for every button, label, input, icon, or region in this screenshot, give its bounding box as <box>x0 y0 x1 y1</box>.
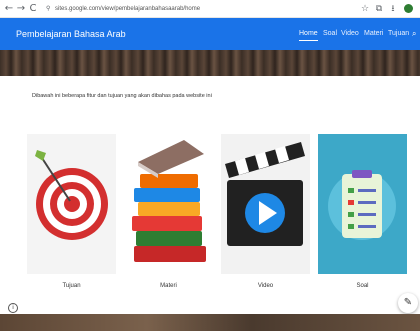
hero-banner <box>0 50 420 76</box>
site-title[interactable]: Pembelajaran Bahasa Arab <box>16 18 126 50</box>
info-icon[interactable]: i <box>8 303 18 313</box>
card-soal[interactable] <box>318 134 407 274</box>
back-button[interactable]: ← <box>4 3 14 15</box>
site-info-icon[interactable]: ⚲ <box>46 3 52 15</box>
card-label-video[interactable]: Video <box>221 283 310 289</box>
card-label-materi[interactable]: Materi <box>124 283 213 289</box>
nav-materi[interactable]: Materi <box>364 18 383 50</box>
browser-toolbar: ← → C ⚲ sites.google.com/view/pembelajara… <box>0 0 420 18</box>
nav-tujuan[interactable]: Tujuan <box>388 18 409 50</box>
target-icon <box>27 134 116 274</box>
footer-banner <box>0 314 420 331</box>
bookmark-star-icon[interactable]: ☆ <box>360 3 370 15</box>
url-text: sites.google.com/view/pembelajaranbahasa… <box>55 6 201 12</box>
download-icon[interactable]: ⭳ <box>388 3 398 15</box>
intro-text: Dibawah ini beberapa fitur dan tujuan ya… <box>32 93 212 99</box>
clapperboard-icon <box>221 134 310 274</box>
card-materi[interactable] <box>124 134 213 274</box>
extensions-icon[interactable]: ⧉ <box>374 3 384 15</box>
edit-pencil-icon[interactable]: ✎ <box>398 293 418 313</box>
card-label-soal[interactable]: Soal <box>318 283 407 289</box>
nav-soal[interactable]: Soal <box>323 18 337 50</box>
nav-video[interactable]: Video <box>341 18 359 50</box>
card-label-tujuan[interactable]: Tujuan <box>27 283 116 289</box>
search-icon[interactable]: ⌕ <box>412 18 416 50</box>
site-header: Pembelajaran Bahasa Arab Home Soal Video… <box>0 18 420 50</box>
profile-avatar[interactable] <box>404 4 413 13</box>
card-video[interactable] <box>221 134 310 274</box>
forward-button[interactable]: → <box>16 3 26 15</box>
reload-button[interactable]: C <box>28 3 38 15</box>
nav-home[interactable]: Home <box>299 18 318 50</box>
books-icon <box>124 134 213 274</box>
card-tujuan[interactable] <box>27 134 116 274</box>
quiz-document-icon <box>318 134 407 274</box>
address-bar[interactable]: ⚲ sites.google.com/view/pembelajaranbahas… <box>46 3 200 15</box>
